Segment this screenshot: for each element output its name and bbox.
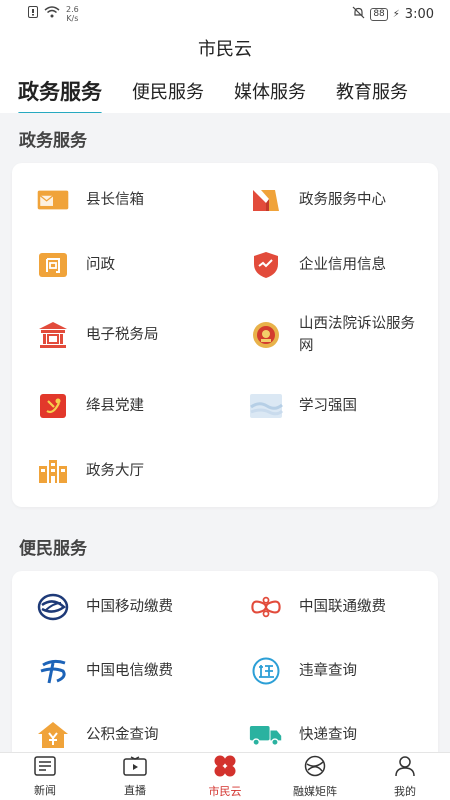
mailbox-icon <box>36 185 70 215</box>
nav-live[interactable]: 直播 <box>90 753 180 800</box>
item-label: 山西法院诉讼服务网 <box>299 316 415 354</box>
violation-icon <box>249 656 283 686</box>
china-telecom-icon <box>36 656 70 686</box>
gov-hall-icon <box>36 456 70 486</box>
tab-media-services[interactable]: 媒体服务 <box>234 68 306 104</box>
battery-level: 88 <box>370 7 388 21</box>
nav-label: 市民云 <box>208 784 242 798</box>
item-label: 快递查询 <box>299 727 357 743</box>
nav-citizen-cloud[interactable]: 市民云 <box>180 753 270 800</box>
nav-label: 直播 <box>124 783 146 797</box>
nav-media-matrix[interactable]: 融媒矩阵 <box>270 753 360 800</box>
clock: 3:00 <box>404 6 434 22</box>
service-china-mobile[interactable]: 中国移动缴费 <box>12 575 225 639</box>
profile-icon <box>394 755 416 781</box>
court-emblem-icon <box>249 320 283 350</box>
nav-label: 融媒矩阵 <box>293 784 337 798</box>
net-speed: 2.6 K/s <box>66 5 79 23</box>
mute-icon <box>352 6 365 23</box>
item-label: 政务服务中心 <box>299 191 386 208</box>
delivery-truck-icon <box>249 720 283 750</box>
china-mobile-icon <box>36 592 70 622</box>
nav-label: 新闻 <box>34 783 56 797</box>
bottom-nav: 新闻 直播 市民云 融媒矩阵 我的 <box>0 752 450 800</box>
service-gov-hall[interactable]: 政务大厅 <box>12 438 225 503</box>
service-xuexi[interactable]: 学习强国 <box>225 373 438 438</box>
life-services-card: 中国移动缴费 中国联通缴费 中国电信缴费 违章查询 公积金查询 快递查询 <box>12 571 438 752</box>
tab-gov-services[interactable]: 政务服务 <box>18 68 102 113</box>
item-label: 中国移动缴费 <box>86 599 173 615</box>
news-icon <box>34 755 56 780</box>
china-unicom-icon <box>249 592 283 622</box>
service-inquiry[interactable]: 问政 <box>12 232 225 297</box>
housing-fund-icon <box>36 720 70 750</box>
gov-center-icon <box>249 185 283 215</box>
nav-news[interactable]: 新闻 <box>0 753 90 800</box>
service-court[interactable]: 山西法院诉讼服务网 <box>225 297 438 373</box>
service-violation[interactable]: 违章查询 <box>225 639 438 703</box>
nav-label: 我的 <box>394 784 416 798</box>
media-matrix-icon <box>304 755 326 781</box>
tax-bureau-icon <box>36 320 70 350</box>
xuexi-icon <box>249 391 283 421</box>
service-credit-info[interactable]: 企业信用信息 <box>225 232 438 297</box>
header: 市民云 <box>0 28 450 68</box>
item-label: 电子税务局 <box>86 327 159 343</box>
status-right: 88 ⚡ 3:00 <box>352 6 434 23</box>
service-party-building[interactable]: 绛县党建 <box>12 373 225 438</box>
main-content[interactable]: 政务服务 县长信箱 政务服务中心 问政 企业信用信息 电子税务局 山西法院诉讼服… <box>0 113 450 752</box>
service-tax-bureau[interactable]: 电子税务局 <box>12 297 225 373</box>
live-tv-icon <box>123 755 147 780</box>
item-label: 企业信用信息 <box>299 256 386 273</box>
item-label: 中国联通缴费 <box>299 599 386 615</box>
life-section-title: 便民服务 <box>19 538 87 559</box>
inquiry-icon <box>36 250 70 280</box>
gov-section-title: 政务服务 <box>19 130 87 151</box>
status-left: 2.6 K/s <box>28 5 79 23</box>
service-delivery[interactable]: 快递查询 <box>225 703 438 752</box>
item-label: 公积金查询 <box>86 727 159 743</box>
status-bar: 2.6 K/s 88 ⚡ 3:00 <box>0 0 450 28</box>
item-label: 政务大厅 <box>86 462 144 479</box>
tab-education-services[interactable]: 教育服务 <box>336 68 408 104</box>
service-china-unicom[interactable]: 中国联通缴费 <box>225 575 438 639</box>
item-label: 问政 <box>86 256 115 273</box>
service-housing-fund[interactable]: 公积金查询 <box>12 703 225 752</box>
nav-profile[interactable]: 我的 <box>360 753 450 800</box>
gov-services-card: 县长信箱 政务服务中心 问政 企业信用信息 电子税务局 山西法院诉讼服务网 绛县… <box>12 163 438 507</box>
clover-icon <box>213 755 237 781</box>
service-gov-center[interactable]: 政务服务中心 <box>225 167 438 232</box>
service-china-telecom[interactable]: 中国电信缴费 <box>12 639 225 703</box>
item-label: 违章查询 <box>299 663 357 679</box>
party-emblem-icon <box>36 391 70 421</box>
service-mailbox[interactable]: 县长信箱 <box>12 167 225 232</box>
item-label: 绛县党建 <box>86 397 144 414</box>
item-label: 县长信箱 <box>86 191 144 208</box>
page-title: 市民云 <box>198 39 252 60</box>
category-tabs: 政务服务 便民服务 媒体服务 教育服务 <box>0 68 450 113</box>
item-label: 中国电信缴费 <box>86 663 173 679</box>
tab-life-services[interactable]: 便民服务 <box>132 68 204 104</box>
charging-icon: ⚡ <box>392 8 400 20</box>
wifi-icon <box>44 6 60 22</box>
credit-shield-icon <box>249 250 283 280</box>
item-label: 学习强国 <box>299 397 357 414</box>
sim-icon <box>28 6 38 22</box>
